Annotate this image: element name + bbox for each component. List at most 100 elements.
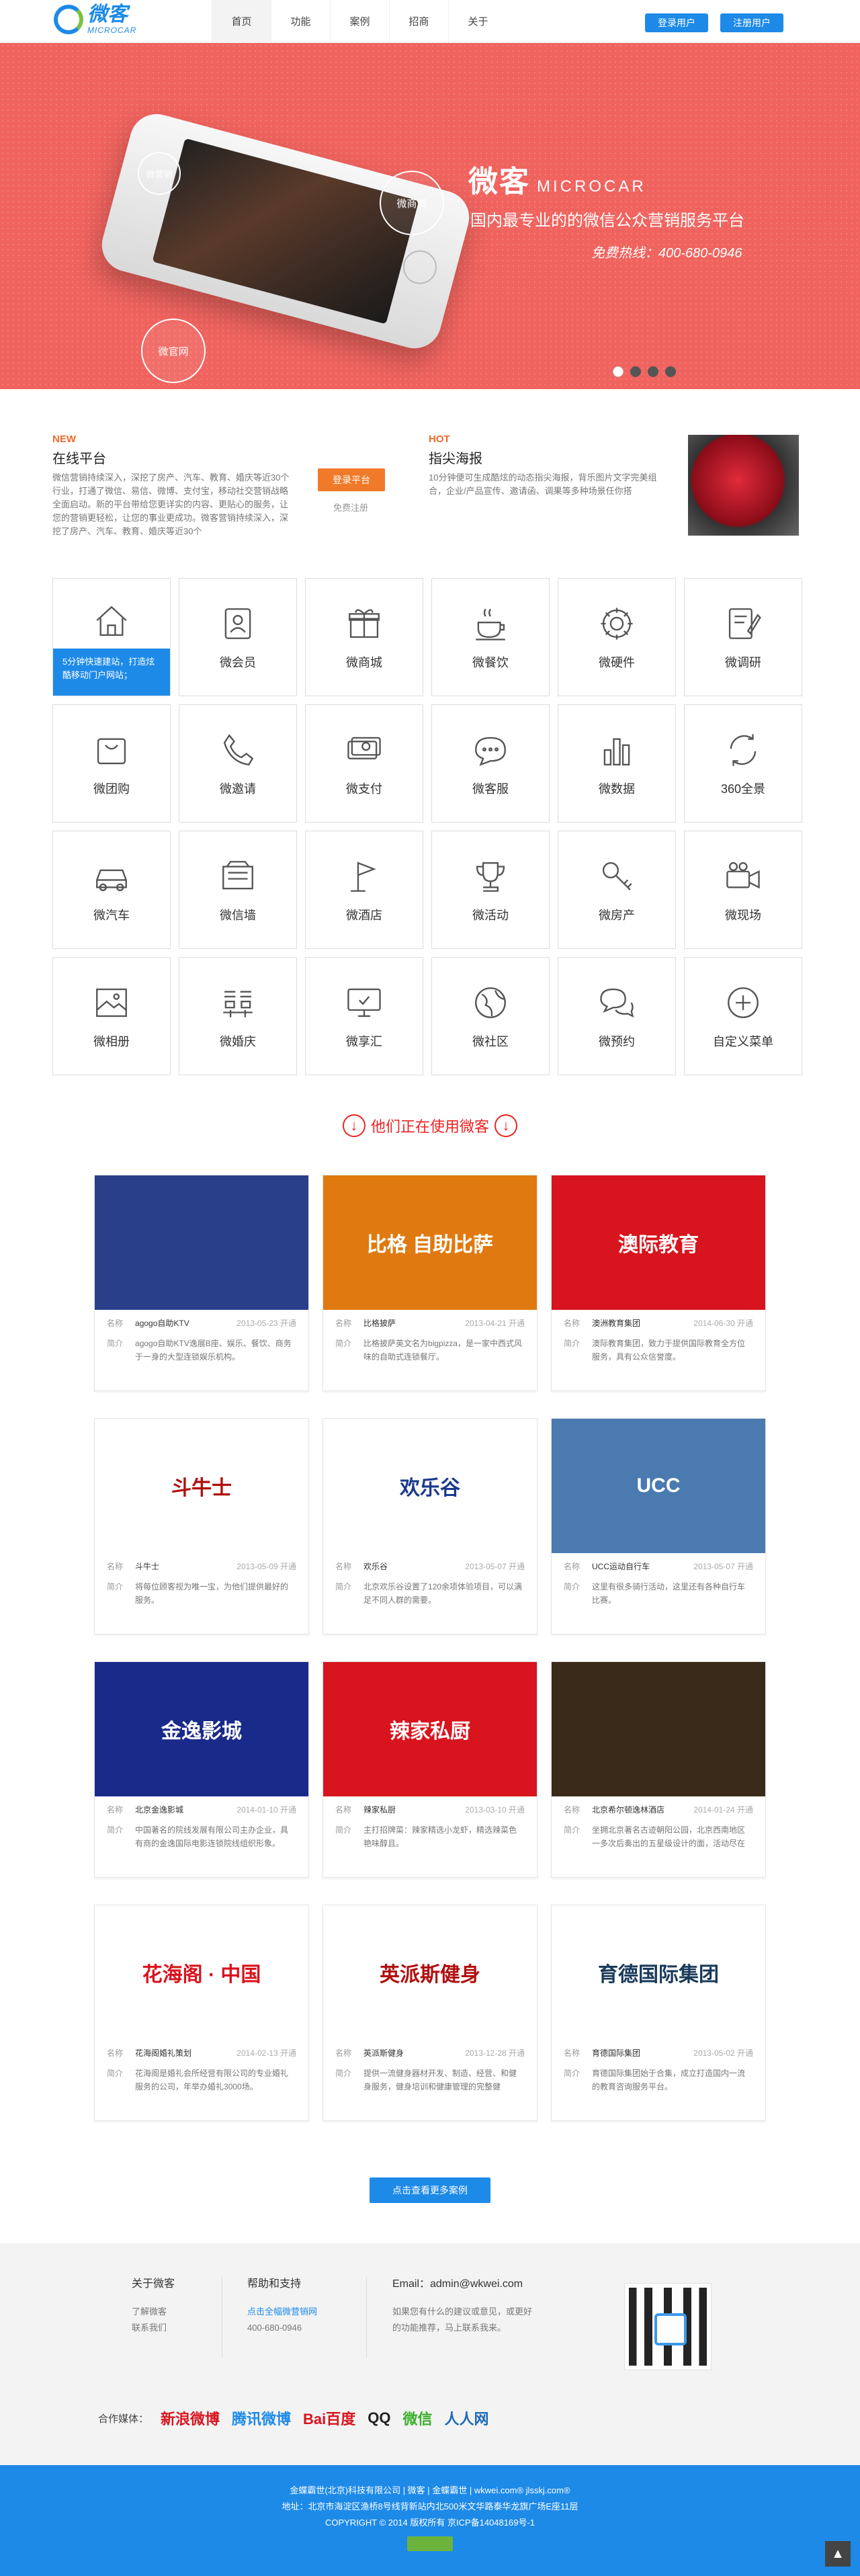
icp-line: COPYRIGHT © 2014 版权所有 京ICP备14048169号-1 xyxy=(325,2518,535,2528)
feature-wall[interactable]: 微信墙 xyxy=(179,831,297,949)
case-name-key: 名称 xyxy=(335,1319,352,1328)
feature-plus[interactable]: 自定义菜单 xyxy=(684,957,802,1075)
case-card[interactable]: 英派斯健身 名称 英派斯健身 2013-12-28 开通 简介 提供一流健身器材开发、… xyxy=(322,1905,538,2121)
free-register-link[interactable]: 免费注册 xyxy=(333,501,368,513)
case-card[interactable]: 辣家私厨 名称 辣家私厨 2013-03-10 开通 简介 主打招牌菜：辣家精选小龙虾… xyxy=(322,1661,538,1878)
feature-trophy[interactable]: 微活动 xyxy=(431,831,550,949)
bubble-website: 微官网 xyxy=(141,319,206,383)
feature-bubbles[interactable]: 微预约 xyxy=(558,957,676,1075)
case-date: 2013-12-28 开通 xyxy=(465,2048,525,2058)
hot-title[interactable]: 指尖海报 xyxy=(429,448,671,467)
case-desc-key: 简介 xyxy=(564,1339,580,1348)
footer-link-about[interactable]: 了解微客 xyxy=(132,2304,175,2320)
feature-pen[interactable]: 微调研 xyxy=(684,578,802,696)
partner-wechat[interactable]: 微信 xyxy=(403,2402,433,2434)
case-desc-key: 简介 xyxy=(107,1582,124,1591)
feature-gear[interactable]: 微硬件 xyxy=(558,578,676,696)
feature-grid: 微官网5分钟快速建站，打造炫酷移动门户网站； 微会员 微商城 微餐饮 微硬件 微… xyxy=(52,578,802,1075)
case-image: 欢乐谷 xyxy=(323,1419,537,1553)
feature-bars[interactable]: 微数据 xyxy=(558,704,676,823)
case-card[interactable]: 育德国际集团 名称 育德国际集团 2013-05-02 开通 简介 育德国际集团始于合… xyxy=(551,1905,766,2121)
footer-link-contact[interactable]: 联系我们 xyxy=(132,2320,175,2336)
feature-label: 微团购 xyxy=(93,782,130,796)
feature-home[interactable]: 微官网5分钟快速建站，打造炫酷移动门户网站； xyxy=(52,578,171,696)
partner-tencent-weibo[interactable]: 腾讯微博 xyxy=(232,2402,291,2434)
case-card[interactable]: 名称 北京希尔顿逸林酒店 2014-01-24 开通 简介 坐拥北京著名古迹朝阳公园，… xyxy=(551,1661,766,1878)
feature-chat[interactable]: 微客服 xyxy=(431,704,550,823)
feature-monitor[interactable]: 微享汇 xyxy=(305,957,423,1075)
main-nav: 首页 功能 案例 招商 关于 xyxy=(212,0,507,43)
feature-xi[interactable]: 微婚庆 xyxy=(179,957,297,1075)
feature-coffee[interactable]: 微餐饮 xyxy=(431,578,550,696)
nav-about[interactable]: 关于 xyxy=(448,0,507,43)
login-button[interactable]: 登录用户 xyxy=(645,13,708,32)
case-name-key: 名称 xyxy=(335,1805,352,1815)
case-name-key: 名称 xyxy=(564,2048,580,2058)
case-name-key: 名称 xyxy=(335,2048,352,2058)
case-image xyxy=(95,1175,308,1310)
case-image: 金逸影城 xyxy=(95,1662,308,1796)
platform-login-button[interactable]: 登录平台 xyxy=(318,468,385,491)
feature-label: 微餐饮 xyxy=(472,656,509,669)
feature-label: 微会员 xyxy=(220,656,256,669)
carousel-dot[interactable] xyxy=(665,366,676,377)
case-date: 2013-05-09 开通 xyxy=(236,1562,296,1571)
partner-qq[interactable]: QQ xyxy=(368,2402,390,2434)
new-title[interactable]: 在线平台 xyxy=(52,448,301,467)
feature-flag[interactable]: 微酒店 xyxy=(305,831,423,949)
case-card[interactable]: 欢乐谷 名称 欢乐谷 2013-05-07 开通 简介 北京欢乐谷设置了120余项体验… xyxy=(322,1418,538,1634)
case-name-key: 名称 xyxy=(107,2048,124,2058)
partner-weibo[interactable]: 新浪微博 xyxy=(161,2402,220,2434)
carousel-dot[interactable] xyxy=(613,366,624,377)
feature-camera[interactable]: 微现场 xyxy=(684,831,802,949)
feature-money[interactable]: 微支付 xyxy=(305,704,423,823)
footer-email[interactable]: Email：admin@wkwei.com xyxy=(392,2274,540,2290)
carousel-dot[interactable] xyxy=(630,366,641,377)
new-tag: NEW xyxy=(52,433,76,445)
case-card[interactable]: 金逸影城 名称 北京金逸影城 2014-01-10 开通 简介 中国著名的院线发展有限… xyxy=(94,1661,309,1878)
case-image: 斗牛士 xyxy=(95,1419,308,1553)
register-button[interactable]: 注册用户 xyxy=(720,13,783,32)
feature-label: 微预约 xyxy=(599,1035,635,1048)
case-image: 育德国际集团 xyxy=(552,1905,765,2040)
case-card[interactable]: 花海阁 · 中国 名称 花海阁婚礼策划 2014-02-13 开通 简介 花海阁是婚礼… xyxy=(94,1905,309,2121)
feature-gift[interactable]: 微商城 xyxy=(305,578,423,696)
feature-label: 微客服 xyxy=(472,782,509,796)
partner-renren[interactable]: 人人网 xyxy=(445,2402,489,2434)
case-card[interactable]: 比格 自助比萨 名称 比格披萨 2013-04-21 开通 简介 比格披萨英文名为bi… xyxy=(322,1175,538,1391)
logo-text-en: MICROCAR xyxy=(87,26,137,35)
feature-member[interactable]: 微会员 xyxy=(179,578,297,696)
nav-cases[interactable]: 案例 xyxy=(330,0,389,43)
banner-title: 微客 MICROCAR xyxy=(468,165,646,198)
case-card[interactable]: 名称 agogo自助KTV 2013-05-23 开通 简介 agogo自助KTV逸展… xyxy=(94,1175,309,1391)
feature-car[interactable]: 微汽车 xyxy=(52,831,171,949)
footer-link-help[interactable]: 点击全幅微营销网 xyxy=(247,2304,317,2320)
feature-key[interactable]: 微房产 xyxy=(558,831,676,949)
case-name: 澳洲教育集团 xyxy=(592,1319,641,1328)
feature-bag[interactable]: 微团购 xyxy=(52,704,171,823)
feature-phone[interactable]: 微邀请 xyxy=(179,704,297,823)
case-card[interactable]: UCC 名称 UCC运动自行车 2013-05-07 开通 简介 这里有很多骑行活动，… xyxy=(551,1418,766,1634)
site-logo[interactable]: 微客 MICROCAR xyxy=(54,4,136,35)
partner-baidu[interactable]: Bai百度 xyxy=(303,2402,355,2434)
money-icon xyxy=(344,730,384,770)
feature-photo[interactable]: 微相册 xyxy=(52,957,171,1075)
rotate-icon xyxy=(723,730,763,770)
case-desc-key: 简介 xyxy=(335,1825,352,1835)
photo-icon xyxy=(91,983,132,1023)
feature-rotate[interactable]: 360全景 xyxy=(684,704,802,823)
chat-icon xyxy=(470,730,511,770)
feature-globe[interactable]: 微社区 xyxy=(431,957,550,1075)
case-card[interactable]: 斗牛士 名称 斗牛士 2013-05-09 开通 简介 将每位顾客视为唯一宝，为他们提… xyxy=(94,1418,309,1634)
case-name-key: 名称 xyxy=(107,1805,124,1815)
nav-features[interactable]: 功能 xyxy=(271,0,330,43)
feature-label: 微调研 xyxy=(725,656,761,669)
more-cases-button[interactable]: 点击查看更多案例 xyxy=(370,2177,490,2203)
gift-icon xyxy=(344,604,384,644)
nav-home[interactable]: 首页 xyxy=(212,0,271,43)
case-card[interactable]: 澳际教育 名称 澳洲教育集团 2014-06-30 开通 简介 澳际教育集团，致力于提… xyxy=(551,1175,766,1391)
case-desc: 澳际教育集团，致力于提供国际教育全方位服务，具有公众信誉度。 xyxy=(592,1339,746,1362)
carousel-dot[interactable] xyxy=(648,366,658,377)
back-to-top-button[interactable]: ▲ xyxy=(825,2541,851,2567)
nav-business[interactable]: 招商 xyxy=(389,0,448,43)
